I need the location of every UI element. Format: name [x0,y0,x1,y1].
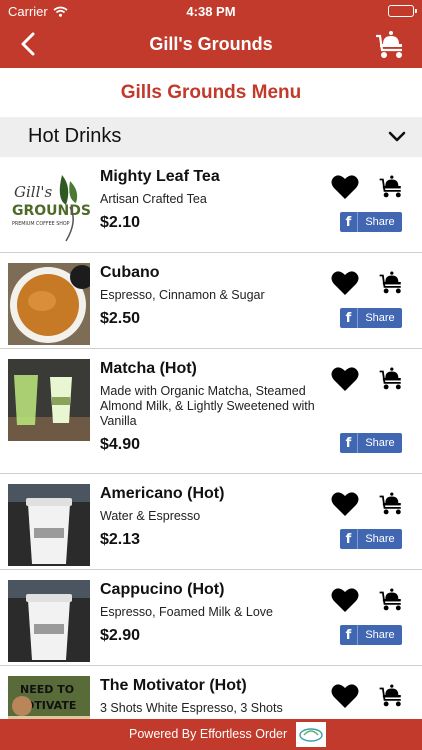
app: Carrier 4:38 PM Gill's Grounds Gills Gro… [0,0,422,750]
menu-item[interactable]: NEED TO MOTIVATE The Motivator (Hot) 3 S… [0,666,422,719]
footer-bar: Powered By Effortless Order [0,719,422,750]
item-name: Mighty Leaf Tea [100,168,220,185]
item-description: Water & Espresso [100,509,201,523]
menu-item[interactable]: Gill's GROUNDS PREMIUM COFFEE SHOP Might… [0,157,422,253]
serving-cart-icon[interactable] [377,586,405,612]
item-description: Espresso, Cinnamon & Sugar [100,288,265,302]
item-name: Cappucino (Hot) [100,581,225,598]
heart-icon[interactable] [331,683,359,709]
item-text: Mighty Leaf Tea Artisan Crafted Tea $2.1… [100,167,315,232]
nav-title: Gill's Grounds [149,34,273,54]
serving-cart-icon [376,31,402,58]
item-price: $2.13 [100,531,141,548]
item-thumbnail-logo: Gill's GROUNDS PREMIUM COFFEE SHOP [8,167,90,249]
item-price: $2.50 [100,310,141,327]
battery-icon [388,5,417,17]
status-time: 4:38 PM [186,4,236,19]
item-text: Cubano Espresso, Cinnamon & Sugar $2.50 [100,263,315,328]
item-description: 3 Shots White Espresso, 3 Shots [100,701,283,715]
nav-bar: Gill's Grounds [0,22,422,68]
item-thumbnail-cappucino [8,580,90,662]
facebook-icon: f [340,433,358,453]
logo-line1: Gill's [14,183,52,201]
logo-line2: GROUNDS [12,203,90,219]
facebook-share-button[interactable]: f Share [340,212,402,232]
item-text: The Motivator (Hot) 3 Shots White Espres… [100,676,315,716]
item-name: Cubano [100,264,160,281]
item-price: $4.90 [100,436,141,453]
menu-title-bar: Gills Grounds Menu [0,68,422,117]
item-text: Matcha (Hot) Made with Organic Matcha, S… [100,359,315,454]
item-name: Matcha (Hot) [100,360,197,377]
serving-cart-icon[interactable] [377,365,405,391]
menu-item[interactable]: Cappucino (Hot) Espresso, Foamed Milk & … [0,570,422,666]
item-description: Made with Organic Matcha, Steamed Almond… [100,384,315,428]
serving-cart-icon[interactable] [377,682,405,708]
item-thumbnail-motivator: NEED TO MOTIVATE [8,676,90,719]
item-text: Americano (Hot) Water & Espresso $2.13 [100,484,315,549]
facebook-icon: f [340,308,358,328]
item-name: Americano (Hot) [100,485,225,502]
serving-cart-icon[interactable] [377,490,405,516]
heart-icon[interactable] [331,491,359,517]
chevron-down-icon[interactable] [388,128,406,146]
status-bar: Carrier 4:38 PM [0,0,422,22]
facebook-share-button[interactable]: f Share [340,529,402,549]
item-price: $2.90 [100,627,141,644]
section-header[interactable]: Hot Drinks [0,117,422,157]
facebook-icon: f [340,529,358,549]
item-name: The Motivator (Hot) [100,677,247,694]
facebook-icon: f [340,212,358,232]
menu-title: Gills Grounds Menu [120,81,302,103]
facebook-share-button[interactable]: f Share [340,308,402,328]
logo-line3: PREMIUM COFFEE SHOP [12,221,70,227]
facebook-share-button[interactable]: f Share [340,433,402,453]
item-price: $2.10 [100,214,141,231]
cart-button[interactable] [374,28,406,60]
sign-line1: NEED TO [20,683,74,696]
facebook-share-button[interactable]: f Share [340,625,402,645]
share-label: Share [365,312,395,324]
section-title: Hot Drinks [28,125,122,147]
top-bar: Carrier 4:38 PM Gill's Grounds [0,0,422,68]
item-description: Artisan Crafted Tea [100,192,207,206]
effortless-order-logo [296,722,326,747]
share-label: Share [365,629,395,641]
serving-cart-icon[interactable] [377,269,405,295]
heart-icon[interactable] [331,174,359,200]
item-thumbnail-cubano [8,263,90,345]
menu-item[interactable]: Cubano Espresso, Cinnamon & Sugar $2.50 … [0,253,422,349]
heart-icon[interactable] [331,366,359,392]
share-label: Share [365,533,395,545]
item-description: Espresso, Foamed Milk & Love [100,605,273,619]
menu-item[interactable]: Americano (Hot) Water & Espresso $2.13 f… [0,474,422,570]
item-thumbnail-americano [8,484,90,566]
menu-item-list: Gill's GROUNDS PREMIUM COFFEE SHOP Might… [0,157,422,719]
heart-icon[interactable] [331,587,359,613]
serving-cart-icon[interactable] [377,173,405,199]
facebook-icon: f [340,625,358,645]
menu-item[interactable]: Matcha (Hot) Made with Organic Matcha, S… [0,349,422,474]
share-label: Share [365,437,395,449]
powered-by-text: Powered By Effortless Order [129,727,288,741]
heart-icon[interactable] [331,270,359,296]
share-label: Share [365,216,395,228]
item-thumbnail-matcha [8,359,90,441]
item-text: Cappucino (Hot) Espresso, Foamed Milk & … [100,580,315,645]
